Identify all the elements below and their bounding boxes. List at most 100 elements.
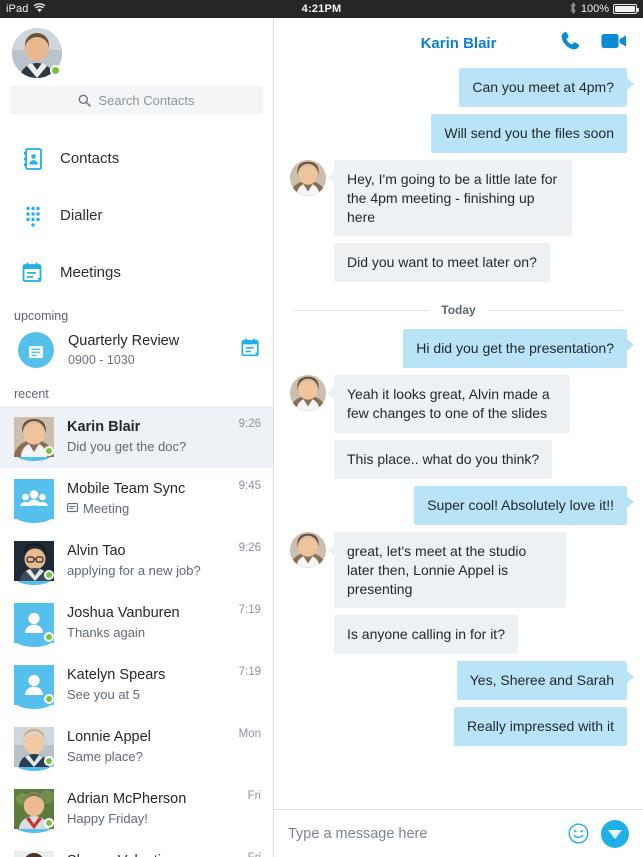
recent-section-label: recent (14, 386, 49, 401)
message-bubble-incoming: Yeah it looks great, Alvin made a few ch… (327, 375, 570, 434)
avatar-spacer (290, 440, 326, 476)
status-bar-right: 100% (569, 1, 639, 17)
avatar (14, 602, 54, 647)
avatar (14, 416, 54, 461)
chat-header: Karin Blair (274, 18, 643, 68)
sidebar: Search Contacts Contacts Dialler Meeting… (0, 18, 274, 857)
message-composer: Type a message here (274, 809, 643, 857)
my-avatar-wrap[interactable] (12, 28, 62, 78)
message-bubble-outgoing: Can you meet at 4pm? (459, 68, 634, 107)
contact-name: Joshua Vanburen (67, 605, 180, 622)
upcoming-title: Quarterly Review (68, 333, 180, 349)
message-bubble-outgoing: Yes, Sheree and Sarah (456, 661, 635, 701)
presence-indicator-available (44, 445, 54, 456)
list-item-text: Alvin Tao applying for a new job? (67, 542, 226, 580)
timestamp: Fri (248, 849, 261, 857)
avatar (14, 540, 54, 585)
message-preview: Same place? (67, 748, 143, 764)
list-item[interactable]: Sheree Valentine I've updated the files … (0, 840, 273, 857)
my-profile[interactable] (0, 18, 273, 84)
presence-indicator-available (44, 569, 54, 580)
presence-indicator-available (44, 817, 54, 828)
message-row: Super cool! Absolutely love it!! (290, 485, 634, 525)
meeting-icon (18, 332, 54, 369)
skype-app-window: iPad 4:21PM 100% Search Contacts Contact… (0, 0, 643, 857)
battery-icon (613, 4, 639, 14)
divider-line-right (487, 309, 624, 311)
list-item-text: Adrian McPherson Happy Friday! (67, 790, 235, 828)
message-input[interactable]: Type a message here (288, 826, 555, 842)
presence-indicator-available (50, 65, 61, 76)
message-bubble-outgoing: Will send you the files soon (431, 113, 627, 153)
avatar-spacer (290, 615, 326, 651)
phone-icon[interactable] (559, 30, 581, 57)
message-bubble-incoming: Is anyone calling in for it? (334, 615, 518, 655)
group-icon (14, 478, 54, 523)
avatar-spacer (290, 243, 326, 279)
sender-avatar (290, 375, 326, 412)
sender-avatar (290, 531, 326, 568)
message-bubble-incoming: great, let's meet at the studio later th… (327, 531, 566, 609)
battery-percent-label: 100% (580, 3, 609, 15)
list-item[interactable]: Lonnie Appel Same place? Mon (0, 716, 273, 778)
message-preview: Happy Friday! (67, 810, 148, 826)
contact-name: Alvin Tao (67, 543, 126, 560)
list-item[interactable]: Katelyn Spears See you at 5 7:19 (0, 654, 273, 716)
sidebar-item-dialler[interactable]: Dialler (0, 187, 273, 244)
upcoming-text: Quarterly Review 0900 - 1030 (68, 332, 227, 369)
message-list[interactable]: Can you meet at 4pm? Will send you the f… (274, 68, 643, 809)
timestamp: 9:26 (238, 417, 261, 430)
list-item[interactable]: Karin Blair Did you get the doc? 9:26 (0, 405, 273, 468)
list-item[interactable]: Joshua Vanburen Thanks again 7:19 (0, 592, 273, 654)
message-preview: Did you get the doc? (67, 438, 187, 454)
message-bubble-outgoing: Super cool! Absolutely love it!! (414, 485, 634, 525)
message-row: Hey, I'm going to be a little late for t… (290, 159, 627, 237)
list-item-text: Sheree Valentine I've updated the files (67, 852, 235, 857)
sender-avatar (290, 159, 326, 196)
status-bar-time: 4:21PM (301, 3, 342, 15)
sidebar-item-contacts[interactable]: Contacts (0, 130, 273, 187)
app-body: Search Contacts Contacts Dialler Meeting… (0, 18, 643, 857)
contact-name: Lonnie Appel (67, 729, 151, 746)
presence-indicator-available (44, 631, 54, 642)
message-row: Yeah it looks great, Alvin made a few ch… (290, 375, 627, 434)
chat-panel: Karin Blair Can you meet at 4pm? Will se… (274, 18, 643, 857)
message-row: Will send you the files soon (290, 113, 627, 153)
list-item[interactable]: Mobile Team Sync Meeting 9:45 (0, 468, 273, 530)
search-placeholder: Search Contacts (98, 92, 195, 108)
sidebar-item-meetings[interactable]: Meetings (0, 244, 273, 301)
contact-name: Adrian McPherson (67, 791, 187, 808)
search-input[interactable]: Search Contacts (10, 86, 263, 114)
send-icon[interactable] (601, 819, 629, 848)
avatar (14, 788, 54, 833)
message-preview: See you at 5 (67, 686, 140, 702)
video-icon[interactable] (601, 32, 627, 55)
chat-header-actions (559, 30, 627, 57)
message-bubble-outgoing: Really impressed with it (453, 707, 627, 747)
recent-conversations-list[interactable]: Karin Blair Did you get the doc? 9:26 Mo… (0, 405, 273, 857)
dialpad-icon (22, 205, 44, 227)
message-bubble-incoming: Hey, I'm going to be a little late for t… (327, 159, 572, 237)
timestamp: Fri (247, 789, 261, 802)
calendar-join-icon[interactable] (241, 338, 261, 363)
avatar (14, 726, 54, 771)
timestamp: Mon (238, 727, 261, 740)
emoji-icon[interactable] (567, 823, 589, 845)
list-item-text: Lonnie Appel Same place? (67, 728, 226, 766)
calendar-icon (22, 262, 44, 284)
bluetooth-icon (569, 1, 577, 17)
day-separator: Today (294, 303, 624, 317)
message-row: Really impressed with it (290, 707, 627, 747)
ios-status-bar: iPad 4:21PM 100% (0, 0, 643, 18)
list-item[interactable]: Adrian McPherson Happy Friday! Fri (0, 778, 273, 840)
sidebar-item-label: Dialler (60, 207, 103, 224)
list-item[interactable]: Alvin Tao applying for a new job? 9:26 (0, 530, 273, 592)
message-row: Yes, Sheree and Sarah (290, 661, 635, 701)
search-container: Search Contacts (0, 84, 273, 126)
timestamp: 7:19 (238, 665, 261, 678)
avatar (14, 664, 54, 709)
upcoming-meeting-item[interactable]: Quarterly Review 0900 - 1030 (0, 328, 273, 381)
message-row: great, let's meet at the studio later th… (290, 531, 627, 609)
upcoming-time: 0900 - 1030 (68, 352, 135, 367)
divider-line-left (294, 309, 430, 311)
